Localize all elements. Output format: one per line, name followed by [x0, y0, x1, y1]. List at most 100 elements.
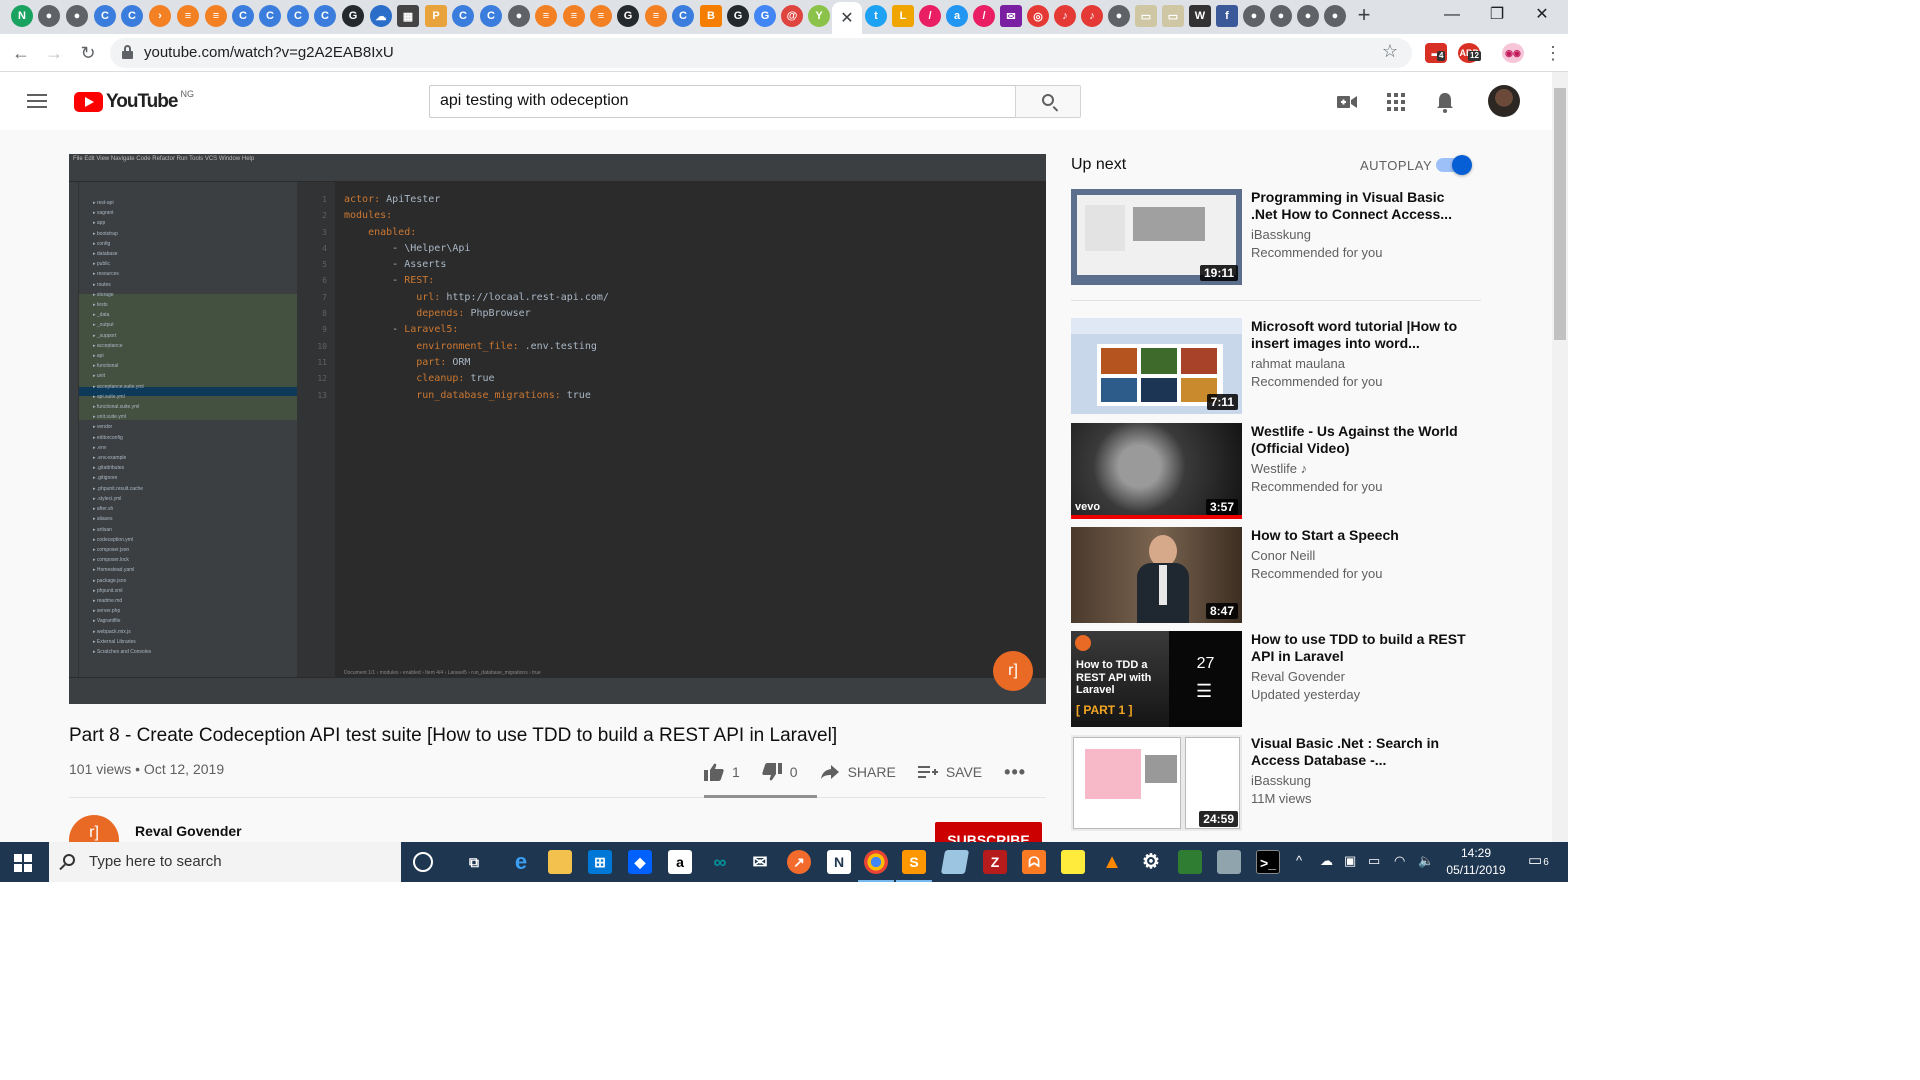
chrome-icon[interactable] — [858, 850, 894, 882]
task-view-icon[interactable]: ⧉ — [462, 850, 486, 874]
video-card-title[interactable]: Microsoft word tutorial |How to insert i… — [1251, 318, 1471, 351]
more-actions-icon[interactable]: ••• — [1004, 762, 1026, 783]
video-player[interactable]: File Edit View Navigate Code Refactor Ru… — [69, 154, 1046, 704]
video-card-channel[interactable]: iBasskung — [1251, 227, 1311, 242]
tab-favicon-39[interactable]: ♪ — [1081, 5, 1103, 27]
like-button[interactable]: 1 — [704, 763, 740, 781]
reload-icon[interactable]: ↻ — [75, 41, 101, 65]
tab-favicon-1[interactable]: N — [11, 5, 33, 27]
channel-watermark-icon[interactable]: r] — [993, 651, 1033, 691]
postman-icon[interactable]: ↗ — [787, 850, 811, 874]
scrollbar-thumb[interactable] — [1554, 88, 1566, 340]
recommended-video-3[interactable]: vevo 3:57 Westlife - Us Against the Worl… — [1071, 423, 1481, 519]
taskbar-search-box[interactable]: Type here to search — [49, 842, 401, 882]
dropbox-icon[interactable]: ◆ — [628, 850, 652, 874]
restore-icon[interactable]: ❐ — [1482, 4, 1512, 28]
xampp-icon[interactable]: ᗣ — [1022, 850, 1046, 874]
video-thumbnail[interactable]: vevo 3:57 — [1071, 423, 1242, 519]
channel-name[interactable]: Reval Govender — [135, 823, 242, 839]
user-avatar[interactable] — [1488, 85, 1520, 117]
app-icon-green[interactable] — [1178, 850, 1202, 874]
arduino-icon[interactable]: ∞ — [708, 850, 732, 874]
sticky-notes-icon[interactable] — [1061, 850, 1085, 874]
video-card-channel[interactable]: Westlife ♪ — [1251, 461, 1307, 476]
file-explorer-icon[interactable] — [548, 850, 572, 874]
tab-mail-icon[interactable]: ✉ — [1000, 5, 1022, 27]
tab-favicon-22[interactable]: ≡ — [590, 5, 612, 27]
tab-favicon-10[interactable]: C — [259, 5, 281, 27]
tab-favicon-17[interactable]: C — [452, 5, 474, 27]
recommended-video-6[interactable]: 24:59 Visual Basic .Net : Search in Acce… — [1071, 735, 1481, 831]
tab-favicon-34[interactable]: a — [946, 5, 968, 27]
tab-twitter-icon[interactable]: t — [865, 5, 887, 27]
tab-cloud-icon[interactable]: ☁ — [370, 5, 392, 27]
tab-favicon-24[interactable]: ≡ — [645, 5, 667, 27]
tab-favicon-20[interactable]: ≡ — [535, 5, 557, 27]
tab-favicon-46[interactable]: ● — [1270, 5, 1292, 27]
tab-google-icon[interactable]: G — [754, 5, 776, 27]
profile-glasses-icon[interactable]: ◉◉ — [1502, 43, 1524, 63]
tab-favicon-40[interactable]: ● — [1108, 5, 1130, 27]
tab-favicon-33[interactable]: / — [919, 5, 941, 27]
tab-favicon-3[interactable]: ● — [66, 5, 88, 27]
menu-icon[interactable] — [27, 94, 47, 108]
wifi-icon[interactable]: ◠ — [1394, 853, 1405, 869]
edge-icon[interactable]: e — [509, 850, 533, 874]
save-button[interactable]: SAVE — [917, 763, 982, 781]
browser-menu-icon[interactable]: ⋮ — [1540, 41, 1566, 65]
extension-icon-1[interactable]: ▬ 4 — [1425, 43, 1447, 63]
sublime-icon[interactable]: S — [896, 850, 932, 882]
autoplay-toggle-knob[interactable] — [1452, 155, 1472, 175]
video-card-title[interactable]: How to use TDD to build a REST API in La… — [1251, 631, 1471, 664]
terminal-icon[interactable]: >_ — [1256, 850, 1280, 874]
action-center-icon[interactable]: ▭6 — [1528, 851, 1549, 869]
dislike-button[interactable]: 0 — [762, 763, 798, 781]
playlist-thumbnail[interactable]: How to TDD a REST API with Laravel [ PAR… — [1071, 631, 1242, 727]
bookmark-star-icon[interactable]: ☆ — [1382, 41, 1398, 62]
omnibox[interactable]: youtube.com/watch?v=g2A2EAB8IxU ☆ — [110, 38, 1412, 68]
back-arrow-icon[interactable]: ← — [8, 41, 34, 65]
video-card-title[interactable]: Visual Basic .Net : Search in Access Dat… — [1251, 735, 1471, 768]
notifications-bell-icon[interactable] — [1435, 92, 1457, 113]
tab-favicon-11[interactable]: C — [287, 5, 309, 27]
store-icon[interactable]: ⊞ — [588, 850, 612, 874]
url-text[interactable]: youtube.com/watch?v=g2A2EAB8IxU — [144, 44, 394, 61]
video-thumbnail[interactable]: 19:11 — [1071, 189, 1242, 285]
tab-close-icon[interactable]: ✕ — [832, 2, 862, 34]
tab-favicon-41[interactable]: ▭ — [1135, 5, 1157, 27]
forward-arrow-icon[interactable]: → — [41, 41, 67, 65]
tab-w3-icon[interactable]: W — [1189, 5, 1211, 27]
tab-favicon-32[interactable]: L — [892, 5, 914, 27]
tray-chevron-icon[interactable]: ^ — [1296, 853, 1302, 868]
recommended-video-1[interactable]: 19:11 Programming in Visual Basic .Net H… — [1071, 189, 1481, 285]
video-card-title[interactable]: Westlife - Us Against the World (Officia… — [1251, 423, 1471, 456]
tab-favicon-37[interactable]: ◎ — [1027, 5, 1049, 27]
volume-icon[interactable]: 🔈 — [1418, 853, 1434, 869]
pycharm-icon[interactable]: N — [827, 850, 851, 874]
vlc-icon[interactable]: ▲ — [1100, 850, 1124, 874]
tab-github-icon-3[interactable]: G — [727, 5, 749, 27]
tab-facebook-icon[interactable]: f — [1216, 5, 1238, 27]
share-button[interactable]: SHARE — [820, 763, 896, 781]
tab-favicon-29[interactable]: @ — [781, 5, 803, 27]
search-input[interactable]: api testing with odeception — [429, 85, 1016, 118]
search-button[interactable] — [1015, 85, 1081, 118]
video-thumbnail[interactable]: 24:59 — [1071, 735, 1242, 831]
tab-favicon-15[interactable]: ▦ — [397, 5, 419, 27]
tab-favicon-12[interactable]: C — [314, 5, 336, 27]
apps-grid-icon[interactable] — [1386, 92, 1408, 112]
tab-favicon-18[interactable]: C — [480, 5, 502, 27]
video-thumbnail[interactable]: 7:11 — [1071, 318, 1242, 414]
new-tab-plus-icon[interactable]: + — [1352, 4, 1376, 28]
video-thumbnail[interactable]: 8:47 — [1071, 527, 1242, 623]
tab-favicon-25[interactable]: C — [672, 5, 694, 27]
amazon-icon[interactable]: a — [668, 850, 692, 874]
mail-icon[interactable]: ✉ — [748, 850, 772, 874]
tab-favicon-21[interactable]: ≡ — [563, 5, 585, 27]
cortana-icon[interactable] — [413, 852, 433, 872]
tab-favicon-48[interactable]: ● — [1324, 5, 1346, 27]
tab-favicon-19[interactable]: ● — [508, 5, 530, 27]
tab-github-icon-2[interactable]: G — [617, 5, 639, 27]
playlist-card[interactable]: How to TDD a REST API with Laravel [ PAR… — [1071, 631, 1481, 727]
windows-start-icon[interactable] — [14, 854, 32, 872]
